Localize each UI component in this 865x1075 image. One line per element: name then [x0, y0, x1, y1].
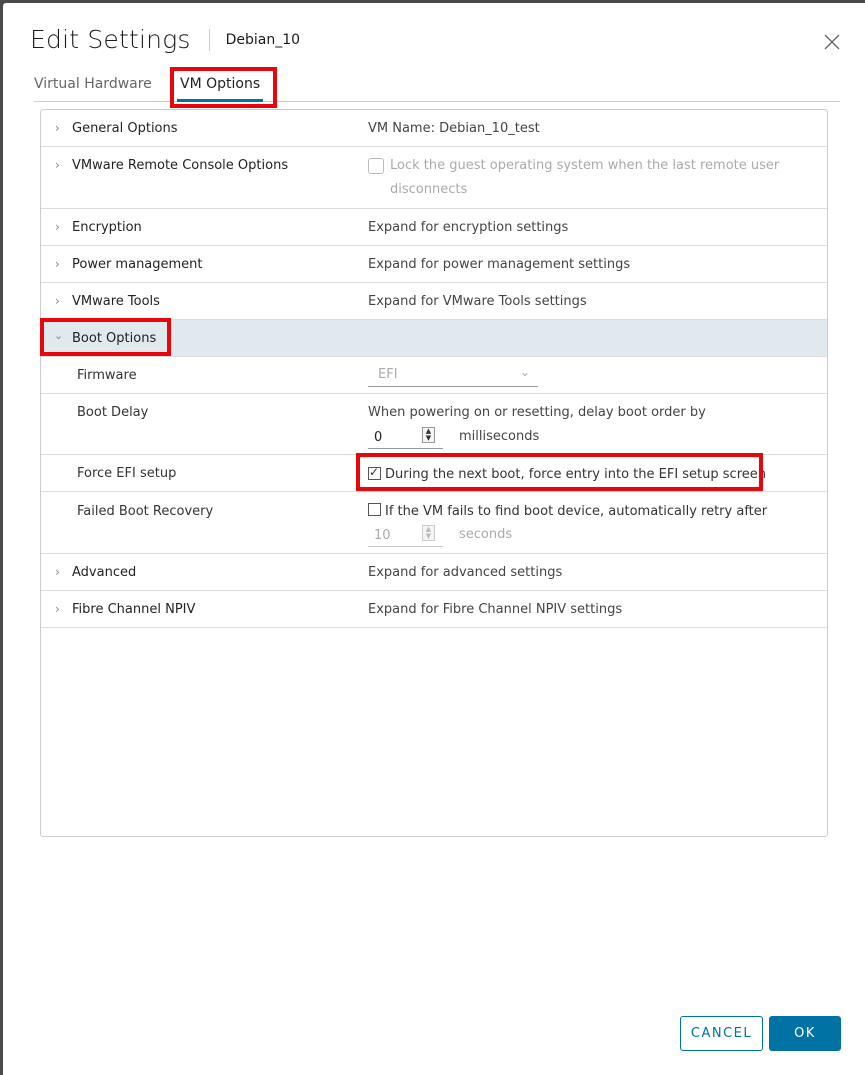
vm-name-subtitle: Debian_10	[225, 31, 301, 48]
retry-delay-value: 10	[374, 528, 391, 543]
boot-delay-description: When powering on or resetting, delay boo…	[368, 405, 706, 420]
chevron-down-icon[interactable]: ⌄	[54, 329, 63, 342]
retry-delay-stepper[interactable]: ▲ ▼	[422, 525, 435, 541]
boot-firmware-row: Firmware EFI ⌄	[41, 357, 827, 394]
boot-delay-row: Boot Delay When powering on or resetting…	[41, 394, 827, 455]
failed-boot-recovery-label: Failed Boot Recovery	[77, 504, 214, 519]
boot-delay-value: 0	[374, 430, 383, 445]
chevron-down-icon: ⌄	[519, 365, 530, 379]
section-advanced[interactable]: › Advanced Expand for advanced settings	[41, 554, 827, 591]
section-label: Fibre Channel NPIV	[72, 602, 196, 617]
section-general-options[interactable]: › General Options VM Name: Debian_10_tes…	[41, 110, 827, 147]
firmware-value: EFI	[378, 367, 398, 382]
title-divider	[208, 28, 210, 51]
close-icon[interactable]	[823, 33, 841, 51]
failed-boot-recovery-checkbox-label: If the VM fails to find boot device, aut…	[385, 504, 768, 519]
force-efi-row: Force EFI setup During the next boot, fo…	[41, 455, 827, 492]
failed-boot-recovery-checkbox[interactable]	[368, 503, 381, 516]
lock-guest-os-checkbox[interactable]	[368, 158, 384, 174]
section-label: VMware Remote Console Options	[72, 158, 289, 173]
boot-delay-input[interactable]: 0 ▲ ▼	[368, 425, 443, 449]
chevron-right-icon[interactable]: ›	[55, 158, 60, 172]
section-label: Encryption	[72, 220, 142, 235]
section-encryption[interactable]: › Encryption Expand for encryption setti…	[41, 209, 827, 246]
chevron-right-icon[interactable]: ›	[55, 602, 60, 616]
chevron-right-icon[interactable]: ›	[55, 257, 60, 271]
tab-vm-options[interactable]: VM Options	[176, 76, 264, 102]
tab-virtual-hardware[interactable]: Virtual Hardware	[34, 76, 152, 92]
vm-options-panel: › General Options VM Name: Debian_10_tes…	[40, 109, 828, 837]
dialog-title: Edit Settings	[30, 25, 191, 54]
lock-guest-os-label-cont: disconnects	[390, 182, 468, 197]
boot-delay-label: Boot Delay	[77, 405, 149, 420]
force-efi-checkbox-label: During the next boot, force entry into t…	[385, 467, 766, 482]
vm-name-value: VM Name: Debian_10_test	[368, 121, 540, 136]
boot-delay-unit: milliseconds	[459, 429, 540, 444]
edit-settings-dialog: Edit Settings Debian_10 Virtual Hardware…	[3, 3, 865, 1075]
retry-delay-unit: seconds	[459, 527, 513, 542]
lock-guest-os-label: Lock the guest operating system when the…	[390, 158, 780, 173]
dialog-header: Edit Settings Debian_10	[30, 25, 300, 54]
section-hint: Expand for Fibre Channel NPIV settings	[368, 602, 623, 617]
cancel-button[interactable]: CANCEL	[680, 1016, 763, 1051]
section-remote-console[interactable]: › VMware Remote Console Options Lock the…	[41, 147, 827, 209]
section-label: General Options	[72, 121, 178, 136]
section-fibre-channel-npiv[interactable]: › Fibre Channel NPIV Expand for Fibre Ch…	[41, 591, 827, 628]
section-boot-options[interactable]: ⌄ Boot Options	[41, 320, 827, 357]
boot-delay-stepper[interactable]: ▲ ▼	[422, 427, 435, 443]
force-efi-checkbox[interactable]	[368, 465, 381, 480]
retry-delay-input[interactable]: 10 ▲ ▼	[368, 523, 443, 547]
firmware-select[interactable]: EFI ⌄	[368, 363, 538, 387]
section-vmware-tools[interactable]: › VMware Tools Expand for VMware Tools s…	[41, 283, 827, 320]
section-label: VMware Tools	[72, 294, 160, 309]
tab-bar: Virtual Hardware VM Options	[34, 67, 840, 102]
section-power-management[interactable]: › Power management Expand for power mana…	[41, 246, 827, 283]
section-label: Advanced	[72, 565, 137, 580]
chevron-right-icon[interactable]: ›	[55, 121, 60, 135]
section-hint: Expand for power management settings	[368, 257, 631, 272]
chevron-right-icon[interactable]: ›	[55, 220, 60, 234]
section-label: Power management	[72, 257, 203, 272]
failed-boot-recovery-row: Failed Boot Recovery If the VM fails to …	[41, 492, 827, 554]
ok-button[interactable]: OK	[769, 1016, 841, 1051]
section-hint: Expand for advanced settings	[368, 565, 563, 580]
section-hint: Expand for encryption settings	[368, 220, 569, 235]
firmware-label: Firmware	[77, 368, 137, 383]
chevron-right-icon[interactable]: ›	[55, 565, 60, 579]
chevron-right-icon[interactable]: ›	[55, 294, 60, 308]
section-hint: Expand for VMware Tools settings	[368, 294, 587, 309]
force-efi-label: Force EFI setup	[77, 466, 177, 481]
section-label: Boot Options	[72, 331, 157, 346]
